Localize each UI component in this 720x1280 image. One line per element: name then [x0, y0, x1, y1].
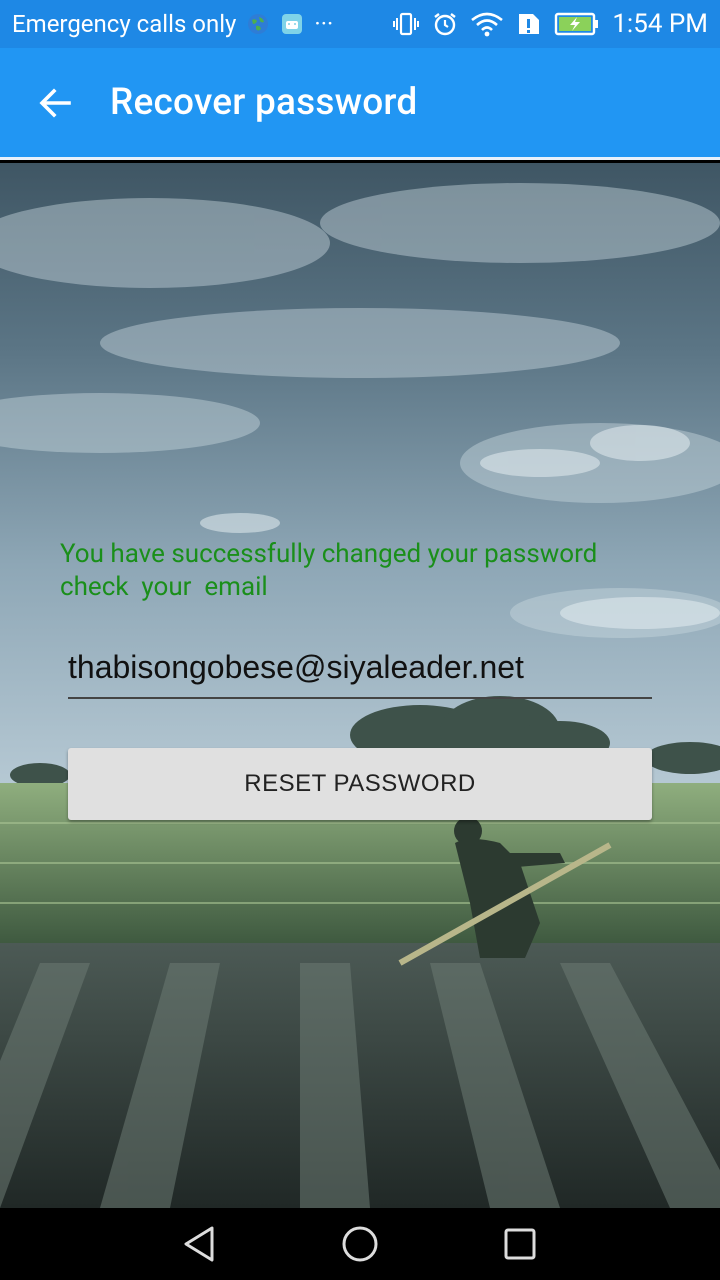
alarm-icon: [432, 11, 458, 37]
back-button[interactable]: [0, 47, 110, 159]
overflow-dots: ···: [314, 10, 334, 38]
reset-password-button[interactable]: RESET PASSWORD: [68, 748, 652, 820]
triangle-back-icon: [184, 1226, 214, 1262]
app-bar: Recover password: [0, 48, 720, 160]
navigation-bar: [0, 1208, 720, 1280]
email-field[interactable]: [68, 643, 652, 699]
status-bar: Emergency calls only ··· 1:54 PM: [0, 0, 720, 48]
main-content: You have successfully changed your passw…: [0, 163, 720, 1208]
vibrate-icon: [392, 11, 420, 37]
nav-home-button[interactable]: [280, 1208, 440, 1280]
battery-charging-icon: [554, 11, 600, 37]
status-right: 1:54 PM: [392, 9, 708, 39]
page-title: Recover password: [110, 81, 418, 124]
clock-time: 1:54 PM: [612, 9, 708, 39]
circle-home-icon: [342, 1226, 378, 1262]
status-left: Emergency calls only ···: [12, 10, 333, 38]
sim-alert-icon: [516, 11, 542, 37]
arrow-left-icon: [39, 87, 71, 118]
nav-back-button[interactable]: [120, 1208, 280, 1280]
carrier-text: Emergency calls only: [12, 10, 237, 38]
success-message: You have successfully changed your passw…: [60, 539, 598, 602]
wifi-icon: [470, 11, 504, 37]
nav-recents-button[interactable]: [440, 1208, 600, 1280]
android-notification-icon: [280, 12, 304, 36]
square-recents-icon: [504, 1228, 536, 1260]
globe-icon: [246, 12, 270, 36]
